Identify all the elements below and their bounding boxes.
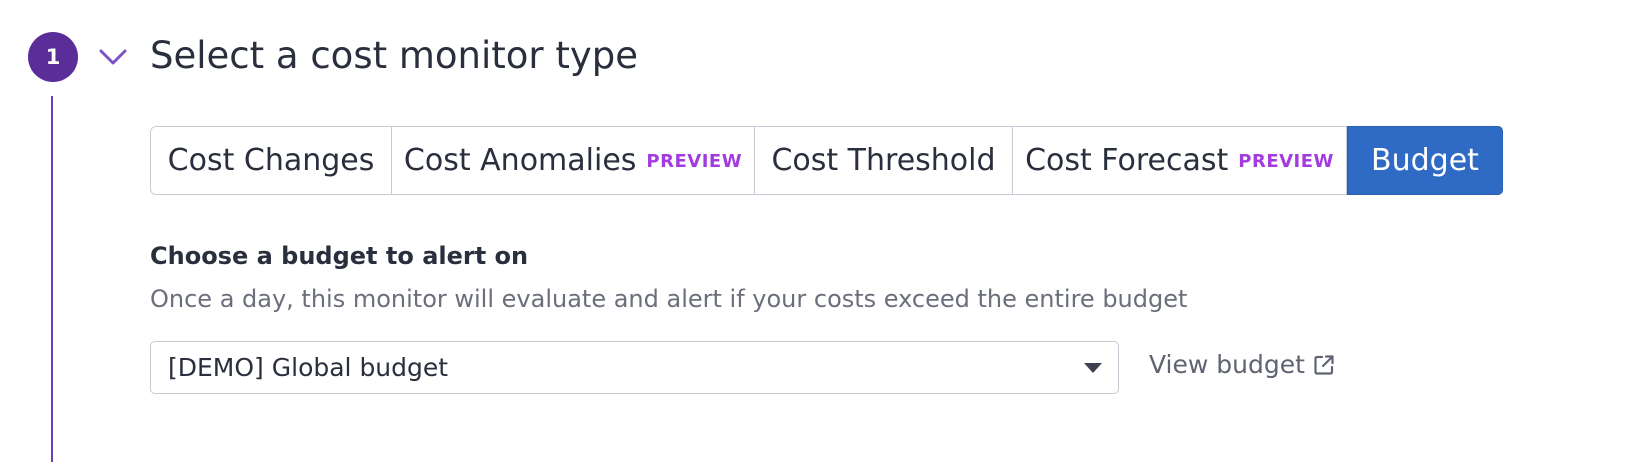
monitor-type-label: Budget	[1371, 143, 1479, 178]
chevron-down-icon[interactable]	[96, 40, 130, 74]
step-number-badge: 1	[28, 32, 78, 82]
monitor-type-label: Cost Anomalies	[403, 143, 637, 178]
view-budget-link[interactable]: View budget	[1149, 350, 1336, 379]
cost-monitor-section: 1 Select a cost monitor type Cost Change…	[0, 0, 1638, 462]
external-link-icon	[1314, 354, 1334, 375]
monitor-type-label: Cost Threshold	[771, 143, 996, 178]
step-connector-line	[51, 96, 53, 462]
budget-select[interactable]: [DEMO] Global budget	[150, 341, 1119, 394]
monitor-type-selector: Cost Changes Cost Anomalies PREVIEW Cost…	[150, 126, 1503, 195]
caret-down-icon	[1084, 363, 1102, 373]
budget-select-value: [DEMO] Global budget	[168, 353, 449, 382]
monitor-type-cost-threshold[interactable]: Cost Threshold	[755, 127, 1013, 194]
monitor-type-cost-anomalies[interactable]: Cost Anomalies PREVIEW	[392, 127, 755, 194]
monitor-type-cost-changes[interactable]: Cost Changes	[151, 127, 392, 194]
budget-field-help: Once a day, this monitor will evaluate a…	[150, 285, 1188, 313]
preview-badge: PREVIEW	[1238, 151, 1334, 172]
monitor-type-budget[interactable]: Budget	[1347, 126, 1503, 195]
section-title: Select a cost monitor type	[150, 34, 639, 77]
view-budget-label: View budget	[1149, 350, 1305, 379]
monitor-type-label: Cost Changes	[167, 143, 375, 178]
monitor-type-label: Cost Forecast	[1025, 143, 1229, 178]
preview-badge: PREVIEW	[646, 151, 743, 172]
monitor-type-cost-forecast[interactable]: Cost Forecast PREVIEW	[1013, 127, 1347, 194]
budget-field-label: Choose a budget to alert on	[150, 242, 529, 270]
